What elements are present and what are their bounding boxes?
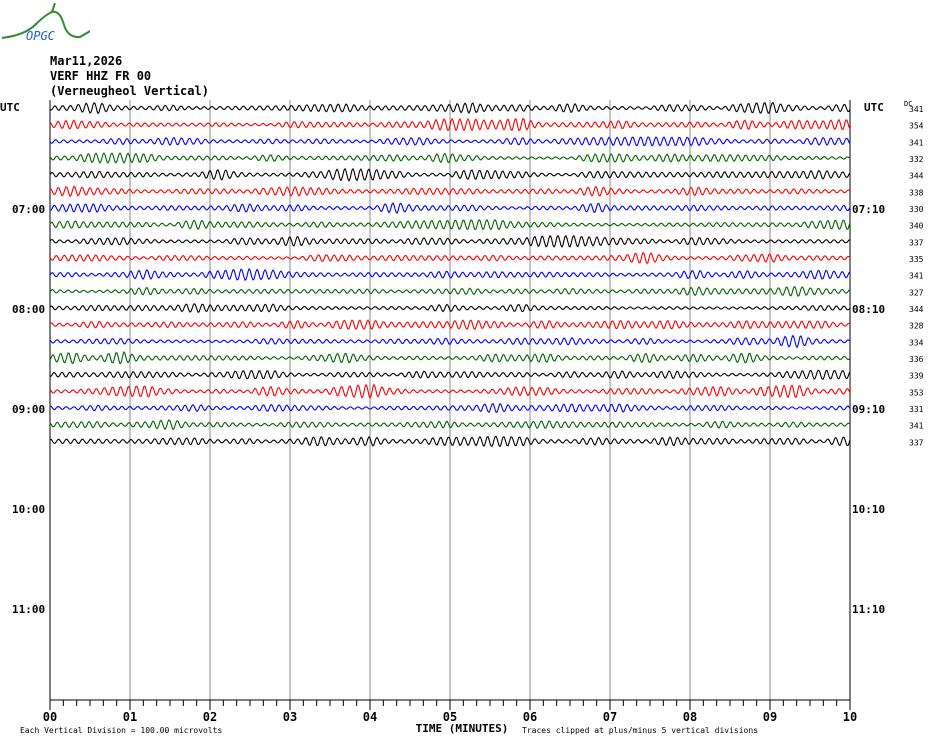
x-tick-label: 09 [763,710,777,724]
dc-offset-label: 337 [909,438,924,447]
dc-offset-label: 331 [909,405,924,414]
left-hour-label: 09:00 [12,403,45,416]
right-hour-label: 11:10 [852,603,885,616]
dc-offset-label: 328 [909,322,924,331]
dc-offset-label: 340 [909,222,924,231]
x-tick-label: 08 [683,710,697,724]
left-hour-label: 11:00 [12,603,45,616]
x-tick-label: 03 [283,710,297,724]
dc-offset-label: 334 [909,338,924,347]
dc-offset-label: 338 [909,188,924,197]
x-tick-label: 07 [603,710,617,724]
helicorder-chart: OPGC Mar11,2026 VERF HHZ FR 00 (Verneugh… [0,0,930,744]
dc-offset-label: 336 [909,355,924,364]
dc-offset-label: 344 [909,172,924,181]
right-hour-label: 10:10 [852,503,885,516]
right-utc-title: UTC [864,101,884,114]
dc-offset-label: 354 [909,122,924,131]
right-hour-label: 07:10 [852,203,885,216]
x-tick-label: 02 [203,710,217,724]
left-hour-label: 07:00 [12,203,45,216]
dc-offset-label: 344 [909,305,924,314]
left-utc-title: UTC [0,101,20,114]
left-hour-label: 10:00 [12,503,45,516]
dc-offset-label: 332 [909,155,924,164]
dc-offset-label: 335 [909,255,924,264]
dc-offset-label: 341 [909,105,924,114]
x-axis-title: TIME (MINUTES) [416,722,509,735]
dc-offset-label: 341 [909,422,924,431]
left-hour-label: 08:00 [12,303,45,316]
dc-offset-label: 339 [909,372,924,381]
x-tick-label: 10 [843,710,857,724]
right-hour-label: 08:10 [852,303,885,316]
right-hour-label: 09:10 [852,403,885,416]
x-tick-label: 00 [43,710,57,724]
dc-offset-label: 330 [909,205,924,214]
x-tick-label: 04 [363,710,377,724]
x-tick-label: 01 [123,710,137,724]
seismogram-plot: 00 01 02 03 04 05 06 07 08 09 10TIME (MINUTES)Each… [0,100,924,735]
x-tick-label: 06 [523,710,537,724]
vertical-division-note: Each Vertical Division = 100.00 microvol… [20,726,222,735]
dc-offset-label: 341 [909,272,924,281]
clipping-note: Traces clipped at plus/minus 5 vertical … [522,726,758,735]
dc-offset-label: 337 [909,238,924,247]
dc-offset-label: 341 [909,138,924,147]
dc-offset-label: 353 [909,388,924,397]
dc-offset-label: 327 [909,288,924,297]
